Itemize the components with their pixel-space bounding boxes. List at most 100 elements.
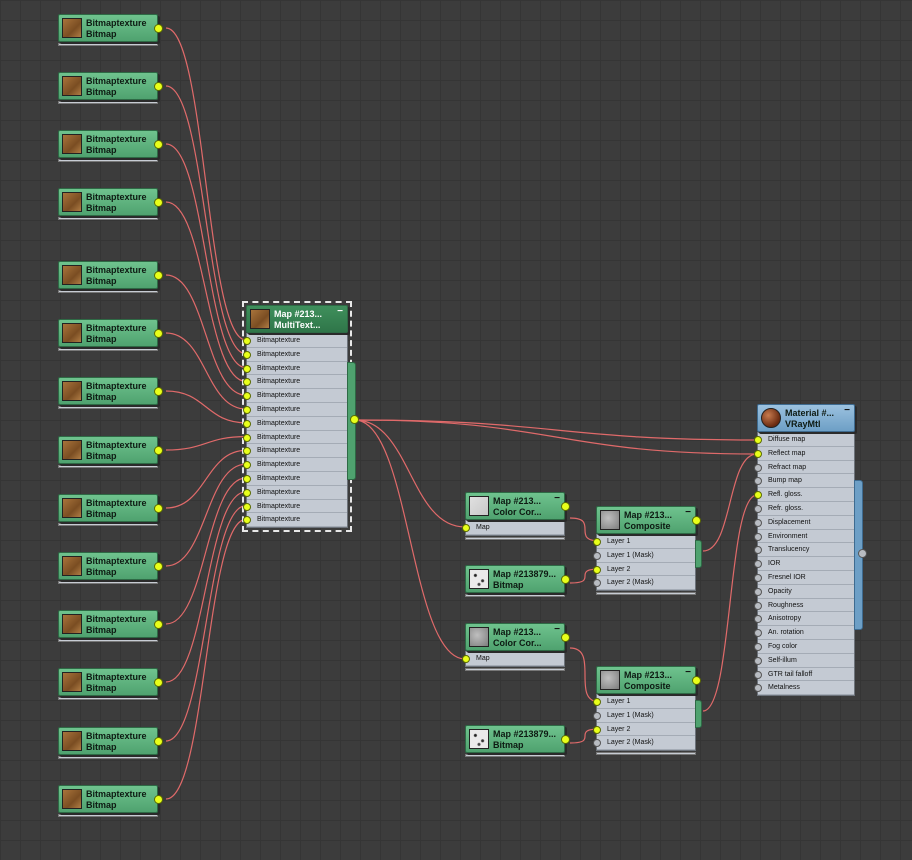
multitexture-slot[interactable]: Bitmaptexture bbox=[243, 500, 347, 514]
input-socket[interactable] bbox=[243, 337, 251, 345]
input-socket[interactable] bbox=[593, 538, 601, 546]
input-socket[interactable] bbox=[754, 463, 762, 472]
material-slot[interactable]: Fresnel IOR bbox=[754, 571, 854, 585]
bitmap-node[interactable]: Bitmaptexture Bitmap bbox=[58, 130, 163, 162]
bitmap-node-header[interactable]: Bitmaptexture Bitmap bbox=[58, 14, 163, 42]
input-socket[interactable] bbox=[754, 518, 762, 527]
input-socket[interactable] bbox=[593, 698, 601, 706]
bitmap-node-header[interactable]: Bitmaptexture Bitmap bbox=[58, 610, 163, 638]
output-socket[interactable] bbox=[154, 504, 163, 513]
material-slot[interactable]: Bump map bbox=[754, 474, 854, 489]
minimize-icon[interactable]: − bbox=[844, 405, 850, 416]
input-socket[interactable] bbox=[593, 725, 601, 734]
bitmap-node[interactable]: Bitmaptexture Bitmap bbox=[58, 668, 163, 700]
multitexture-slot[interactable]: Bitmaptexture bbox=[243, 403, 347, 417]
bitmap-node[interactable]: Bitmaptexture Bitmap bbox=[58, 261, 163, 293]
output-socket[interactable] bbox=[154, 271, 163, 280]
input-socket[interactable] bbox=[243, 488, 251, 497]
input-socket[interactable] bbox=[754, 546, 762, 555]
output-socket[interactable] bbox=[154, 198, 163, 207]
material-slot[interactable]: Self-illum bbox=[754, 654, 854, 668]
output-socket[interactable] bbox=[154, 24, 163, 33]
material-slot[interactable]: GTR tail falloff bbox=[754, 668, 854, 682]
input-socket[interactable] bbox=[243, 405, 251, 414]
input-socket[interactable] bbox=[243, 461, 251, 470]
output-socket[interactable] bbox=[154, 387, 163, 396]
material-node[interactable]: Material #... VRayMtl − Diffuse map Refle… bbox=[754, 404, 855, 697]
material-slot[interactable]: Reflect map bbox=[754, 447, 854, 461]
input-socket[interactable] bbox=[462, 524, 470, 532]
composite-node[interactable]: Map #213... Composite − Layer 1 Layer 1 (Mas… bbox=[593, 666, 701, 756]
minimize-icon[interactable]: − bbox=[554, 493, 560, 504]
input-socket[interactable] bbox=[754, 573, 762, 582]
bitmap-node[interactable]: Bitmaptexture Bitmap bbox=[58, 494, 163, 526]
material-slot[interactable]: Refl. gloss. bbox=[754, 488, 854, 502]
bitmap-node-header[interactable]: Bitmaptexture Bitmap bbox=[58, 188, 163, 216]
minimize-icon[interactable]: − bbox=[685, 667, 691, 678]
composite-node-header[interactable]: Map #213... Composite − bbox=[596, 666, 701, 694]
bitmap-node-header[interactable]: Bitmaptexture Bitmap bbox=[58, 785, 163, 813]
input-socket[interactable] bbox=[462, 655, 470, 663]
multitexture-slot[interactable]: Bitmaptexture bbox=[243, 417, 347, 431]
small-bitmap-node[interactable]: Map #213879... Bitmap bbox=[465, 725, 570, 757]
material-slot[interactable]: Translucency bbox=[754, 543, 854, 558]
material-output-socket[interactable] bbox=[858, 549, 867, 558]
input-slot[interactable]: Map bbox=[462, 652, 564, 666]
multitexture-slot[interactable]: Bitmaptexture bbox=[243, 334, 347, 348]
input-socket[interactable] bbox=[754, 491, 762, 500]
bitmap-node[interactable]: Bitmaptexture Bitmap bbox=[58, 436, 163, 468]
input-socket[interactable] bbox=[754, 504, 762, 513]
input-socket[interactable] bbox=[754, 587, 762, 596]
input-socket[interactable] bbox=[754, 670, 762, 679]
color-correct-node[interactable]: Map #213... Color Cor... − Map bbox=[462, 492, 570, 540]
color-correct-node-header[interactable]: Map #213... Color Cor... − bbox=[465, 492, 570, 520]
bitmap-node[interactable]: Bitmaptexture Bitmap bbox=[58, 188, 163, 220]
input-slot[interactable]: Layer 2 bbox=[593, 563, 695, 577]
output-socket[interactable] bbox=[154, 140, 163, 149]
material-slot[interactable]: IOR bbox=[754, 557, 854, 571]
composite-node-header[interactable]: Map #213... Composite − bbox=[596, 506, 701, 534]
bitmap-node[interactable]: Bitmaptexture Bitmap bbox=[58, 727, 163, 759]
minimize-icon[interactable]: − bbox=[685, 507, 691, 518]
material-slot[interactable]: Refract map bbox=[754, 461, 854, 475]
multitexture-slot[interactable]: Bitmaptexture bbox=[243, 389, 347, 403]
material-slot[interactable]: Opacity bbox=[754, 585, 854, 599]
output-socket[interactable] bbox=[154, 795, 163, 804]
material-slot[interactable]: Roughness bbox=[754, 599, 854, 613]
output-socket[interactable] bbox=[154, 329, 163, 338]
material-slot[interactable]: Metalness bbox=[754, 681, 854, 696]
output-socket[interactable] bbox=[154, 620, 163, 629]
input-socket[interactable] bbox=[243, 392, 251, 401]
output-socket[interactable] bbox=[154, 737, 163, 746]
multitexture-output-socket[interactable] bbox=[350, 415, 359, 424]
bitmap-node[interactable]: Bitmaptexture Bitmap bbox=[58, 319, 163, 351]
bitmap-node-header[interactable]: Bitmaptexture Bitmap bbox=[58, 727, 163, 755]
color-correct-node[interactable]: Map #213... Color Cor... − Map bbox=[462, 623, 570, 671]
color-correct-node-header[interactable]: Map #213... Color Cor... − bbox=[465, 623, 570, 651]
input-socket[interactable] bbox=[754, 684, 762, 693]
input-socket[interactable] bbox=[754, 615, 762, 624]
bitmap-node-header[interactable]: Bitmaptexture Bitmap bbox=[58, 668, 163, 696]
multitexture-slot[interactable]: Bitmaptexture bbox=[243, 472, 347, 486]
multitexture-slot[interactable]: Bitmaptexture bbox=[243, 444, 347, 459]
minimize-icon[interactable]: − bbox=[337, 306, 343, 317]
input-socket[interactable] bbox=[243, 516, 251, 525]
output-socket[interactable] bbox=[561, 735, 570, 744]
output-socket[interactable] bbox=[154, 446, 163, 455]
bitmap-node-header[interactable]: Bitmaptexture Bitmap bbox=[58, 130, 163, 158]
output-socket[interactable] bbox=[154, 678, 163, 687]
input-socket[interactable] bbox=[243, 378, 251, 387]
input-socket[interactable] bbox=[593, 739, 601, 748]
composite-node[interactable]: Map #213... Composite − Layer 1 Layer 1 (Mas… bbox=[593, 506, 701, 596]
input-socket[interactable] bbox=[243, 502, 251, 511]
material-slot[interactable]: An. rotation bbox=[754, 626, 854, 640]
output-socket[interactable] bbox=[154, 562, 163, 571]
input-socket[interactable] bbox=[593, 711, 601, 720]
input-socket[interactable] bbox=[754, 477, 762, 486]
input-socket[interactable] bbox=[243, 433, 251, 442]
input-slot[interactable]: Layer 2 bbox=[593, 723, 695, 737]
output-socket[interactable] bbox=[154, 82, 163, 91]
bitmap-node[interactable]: Bitmaptexture Bitmap bbox=[58, 377, 163, 409]
input-socket[interactable] bbox=[754, 560, 762, 569]
material-slot[interactable]: Fog color bbox=[754, 640, 854, 654]
